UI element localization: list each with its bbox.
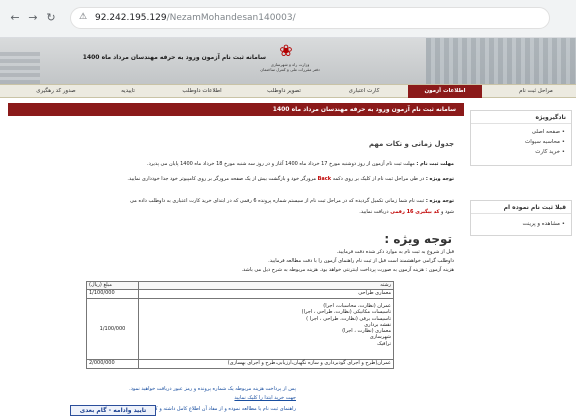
- back-keyword: Back: [317, 176, 332, 182]
- table-row: 1/100/000 عمران (نظارت، محاسبات، اجرا) ت…: [86, 298, 394, 360]
- attention-line-2: داوطلب گرامی خواهشمند است قبل از ثبت نام…: [268, 258, 454, 264]
- completion-post: دریافت نمایید.: [359, 209, 389, 215]
- url-path: /NezamMohandesan140003/: [166, 13, 296, 23]
- attention-line-1: قبل از شروع به ثبت نام به موارد ذکر شده …: [336, 249, 454, 255]
- tab-credit-card[interactable]: کارت اعتباری: [328, 85, 400, 98]
- completion-line-2: شود و کد بیگیری 16 رقمی دریافت نمایید.: [359, 209, 454, 215]
- row2-fields: عمران (نظارت، محاسبات، اجرا) تاسیسات مکا…: [138, 298, 394, 360]
- sidebar-item-label: صفحه اصلی: [531, 129, 560, 135]
- header-field: رشته: [138, 281, 394, 290]
- iran-emblem-icon: ❀: [279, 41, 293, 60]
- forward-icon[interactable]: →: [26, 11, 40, 25]
- url-text: 92.242.195.129/NezamMohandesan140003/: [95, 13, 296, 23]
- back-icon[interactable]: ←: [8, 11, 22, 25]
- address-bar[interactable]: ⚠ 92.242.195.129/NezamMohandesan140003/: [70, 7, 550, 29]
- sidebar-item-label: خرید کارت: [535, 149, 560, 155]
- building-right-graphic: [426, 38, 576, 84]
- sidebar-item-calc[interactable]: • محاسبه سیوات: [471, 137, 571, 147]
- attention-line-3: هزینه آزمون : هزینه آزمون به صورت پرداخت…: [241, 267, 454, 273]
- row2-amount: 1/100/000: [86, 298, 139, 360]
- deadline-label: مهلت ثبت نام :: [416, 161, 454, 167]
- banner-org: وزارت راه و شهرسازی دفتر مقررات ملی و کن…: [230, 62, 350, 72]
- sidebar-registered-box: قبلا ثبت نام نموده ام • مشاهده و پرینت: [470, 200, 572, 236]
- step-tabs: مراحل ثبت نام اطلاعات آزمون کارت اعتباری…: [0, 84, 576, 98]
- completion-pre: شود و: [440, 209, 454, 215]
- table-row: 2/000/000 عمران(طرح و اجرای گودبرداری و …: [86, 359, 394, 369]
- sidebar-item-label: محاسبه سیوات: [525, 139, 560, 145]
- back-warning-line: توجه ویژه : در طی مراحل ثبت نام از کلیک …: [127, 176, 454, 182]
- row3-amount: 2/000/000: [86, 359, 139, 369]
- field-item: ترافیک: [377, 340, 391, 347]
- section-title: جدول زمانی و نکات مهم: [368, 140, 454, 148]
- sidebar-item-view-print[interactable]: • مشاهده و پرینت: [471, 219, 571, 229]
- row1-amount: 1/100/000: [86, 289, 139, 299]
- row1-field: معماری طراحی: [138, 289, 394, 299]
- completion-text: ثبت نام شما زمانی تکمیل گردیده که در مرا…: [130, 198, 425, 204]
- footer-line-1: پس از پرداخت هزینه مربوطه یک شماره پروند…: [129, 386, 296, 392]
- tab-candidate-info[interactable]: اطلاعات داوطلب: [164, 85, 240, 98]
- tab-exam-info[interactable]: اطلاعات آزمون: [408, 85, 482, 98]
- tracking-code-text: کد بیگیری 16 رقمی: [390, 209, 440, 215]
- deadline-text: مهلت ثبت نام آزمون از روز دوشنبه مورخ 17…: [146, 161, 415, 167]
- not-secure-icon[interactable]: ⚠: [79, 12, 91, 25]
- tab-tracking-code[interactable]: صدور کد رهگیری: [20, 85, 92, 98]
- banner-org-line2: دفتر مقررات ملی و کنترل ساختمان: [260, 67, 320, 72]
- attention-title: توجه ویژه :: [384, 232, 452, 246]
- sidebar-nav-title: نادگیرویژه: [471, 111, 571, 124]
- back-warning-pre: در طی مراحل ثبت نام از کلیک بر روی دکمه: [332, 176, 425, 182]
- tab-confirmation[interactable]: تاییدیه: [100, 85, 156, 98]
- sidebar-item-label: مشاهده و پرینت: [522, 221, 560, 227]
- header-amount: مبلغ (ریال): [86, 281, 139, 290]
- sidebar-item-home[interactable]: • صفحه اصلی: [471, 127, 571, 137]
- banner-headline: سامانه ثبت نام آزمون ورود به حرفه مهندسا…: [82, 54, 266, 61]
- reload-icon[interactable]: ↻: [44, 11, 58, 25]
- sidebar-item-buy-card[interactable]: • خرید کارت: [471, 147, 571, 157]
- purchase-link[interactable]: جهت خرید ابتدا را کلیک نمایید: [234, 395, 296, 401]
- table-header-row: مبلغ (ریال) رشته: [86, 281, 394, 290]
- main-panel: سامانه ثبت نام آزمون ورود به حرفه مهندسا…: [8, 103, 464, 420]
- completion-label: توجه ویژه :: [425, 198, 454, 204]
- tab-registration-steps[interactable]: مراحل ثبت نام: [496, 85, 576, 98]
- tab-candidate-photo[interactable]: تصویر داوطلب: [248, 85, 320, 98]
- sidebar-registered-title: قبلا ثبت نام نموده ام: [471, 201, 571, 214]
- browser-toolbar: ← → ↻ ⚠ 92.242.195.129/NezamMohandesan14…: [0, 0, 576, 38]
- site-banner: سامانه ثبت نام آزمون ورود به حرفه مهندسا…: [0, 38, 576, 84]
- table-row: 1/100/000 معماری طراحی: [86, 289, 394, 299]
- row3-field: عمران(طرح و اجرای گودبرداری و سازه نگهبا…: [138, 359, 394, 369]
- completion-line: توجه ویژه : ثبت نام شما زمانی تکمیل گردی…: [130, 198, 454, 204]
- sidebar-nav-box: نادگیرویژه • صفحه اصلی • محاسبه سیوات • …: [470, 110, 572, 166]
- url-host: 92.242.195.129: [95, 13, 167, 23]
- next-step-button[interactable]: تایید وادامه - گام بعدی: [70, 405, 156, 416]
- fee-table: مبلغ (ریال) رشته 1/100/000 معماری طراحی …: [86, 281, 394, 369]
- deadline-line: مهلت ثبت نام : مهلت ثبت نام آزمون از روز…: [147, 161, 454, 167]
- back-warning-label: توجه ویژه :: [425, 176, 454, 182]
- main-header: سامانه ثبت نام آزمون ورود به حرفه مهندسا…: [8, 103, 464, 116]
- back-warning-post: مرورگر خود و بازگشت بیش از یک صفحه مرورگ…: [127, 176, 317, 182]
